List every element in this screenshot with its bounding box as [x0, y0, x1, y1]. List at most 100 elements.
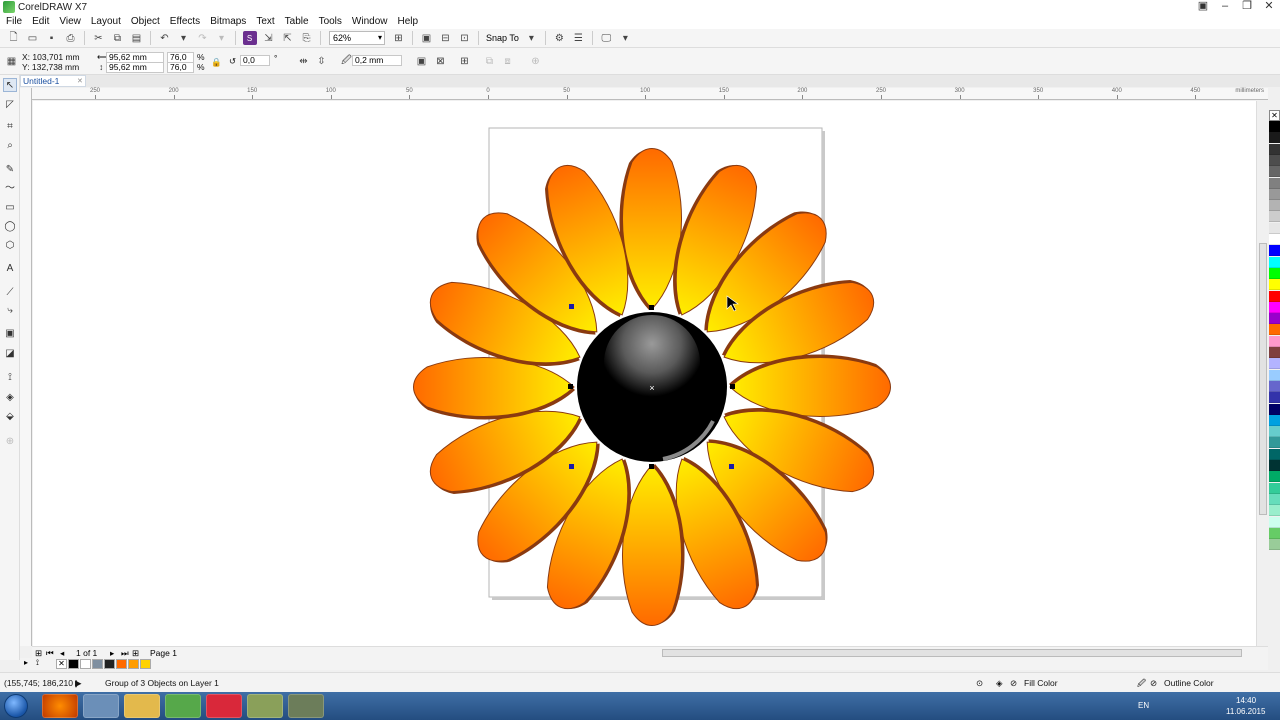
- import-icon[interactable]: ⇲: [262, 31, 276, 45]
- swatch-black[interactable]: [68, 659, 79, 669]
- search-content-icon[interactable]: S: [242, 31, 257, 45]
- polygon-tool-icon[interactable]: ⬡: [3, 239, 17, 253]
- no-color-swatch[interactable]: ✕: [56, 659, 67, 669]
- zoom-tool-icon[interactable]: ⌕: [3, 139, 17, 153]
- palette-swatch[interactable]: [1269, 222, 1280, 234]
- combine-icon[interactable]: ⧉: [483, 54, 497, 68]
- scale-y-field[interactable]: 76,0: [167, 62, 194, 73]
- palette-swatch[interactable]: [1269, 358, 1280, 370]
- cut-icon[interactable]: ✂: [92, 31, 106, 45]
- paste-icon[interactable]: ▤: [130, 31, 144, 45]
- swatch-orange[interactable]: [116, 659, 127, 669]
- rotation-angle-field[interactable]: 0,0: [240, 55, 270, 66]
- menu-effects[interactable]: Effects: [170, 16, 200, 27]
- mirror-vertical-icon[interactable]: ⇳: [315, 54, 329, 68]
- y-position[interactable]: Y: 132,738 mm: [22, 62, 79, 72]
- redo-dropdown-icon[interactable]: ▾: [215, 31, 229, 45]
- palette-swatch[interactable]: [1269, 290, 1280, 302]
- undo-icon[interactable]: ↶: [158, 31, 172, 45]
- snap-dropdown-arrow-icon[interactable]: ▾: [524, 31, 538, 45]
- vertical-scrollbar[interactable]: [1256, 101, 1268, 646]
- no-color-swatch[interactable]: ✕: [1269, 110, 1280, 121]
- palette-swatch[interactable]: [1269, 380, 1280, 392]
- palette-swatch[interactable]: [1269, 200, 1280, 212]
- coreldraw-taskbar-icon[interactable]: [165, 694, 201, 718]
- undo-dropdown-icon[interactable]: ▾: [177, 31, 191, 45]
- freehand-tool-icon[interactable]: ✎: [3, 163, 17, 177]
- swatch-yellow[interactable]: [140, 659, 151, 669]
- palette-swatch[interactable]: [1269, 448, 1280, 460]
- transparency-tool-icon[interactable]: ◪: [3, 347, 17, 361]
- eyedropper-tool-icon[interactable]: ⟟: [3, 371, 17, 385]
- add-tool-icon[interactable]: ⊕: [3, 435, 17, 449]
- full-screen-preview-icon[interactable]: ▣: [420, 31, 434, 45]
- crop-tool-icon[interactable]: ⌗: [3, 120, 17, 134]
- palette-swatch[interactable]: [1269, 267, 1280, 279]
- explorer-taskbar-icon[interactable]: [124, 694, 160, 718]
- ellipse-tool-icon[interactable]: ◯: [3, 220, 17, 234]
- menu-layout[interactable]: Layout: [91, 16, 121, 27]
- play-icon[interactable]: ▶: [75, 678, 82, 689]
- palette-swatch[interactable]: [1269, 392, 1280, 404]
- palette-swatch[interactable]: [1269, 154, 1280, 166]
- snap-to-dropdown[interactable]: Snap To: [486, 33, 519, 43]
- application-launcher-icon[interactable]: ☰: [571, 31, 585, 45]
- palette-swatch[interactable]: [1269, 143, 1280, 155]
- account-icon[interactable]: ▣: [1192, 0, 1214, 14]
- palette-swatch[interactable]: [1269, 539, 1280, 551]
- copy-icon[interactable]: ⧉: [111, 31, 125, 45]
- drawing-canvas[interactable]: ×: [33, 101, 1256, 646]
- palette-swatch[interactable]: [1269, 414, 1280, 426]
- restore-button[interactable]: ❐: [1236, 0, 1258, 14]
- minimize-button[interactable]: –: [1214, 0, 1236, 14]
- palette-swatch[interactable]: [1269, 188, 1280, 200]
- swatch-light-orange[interactable]: [128, 659, 139, 669]
- zoom-to-fit-icon[interactable]: ⊞: [392, 31, 406, 45]
- palette-swatch[interactable]: [1269, 279, 1280, 291]
- app-taskbar-icon[interactable]: [247, 694, 283, 718]
- menu-table[interactable]: Table: [285, 16, 309, 27]
- x-position[interactable]: X: 103,701 mm: [22, 52, 80, 62]
- firefox-taskbar-icon[interactable]: [42, 694, 78, 718]
- vertical-ruler[interactable]: [20, 88, 32, 646]
- options-icon[interactable]: ⚙: [552, 31, 566, 45]
- pick-tool-icon[interactable]: ↖: [3, 78, 17, 92]
- page-tab-page-1[interactable]: Page 1: [150, 648, 177, 658]
- ungroup-icon[interactable]: ⊠: [434, 54, 448, 68]
- palette-swatch[interactable]: [1269, 211, 1280, 223]
- palette-swatch[interactable]: [1269, 313, 1280, 325]
- palette-swatch[interactable]: [1269, 177, 1280, 189]
- no-outline-swatch[interactable]: ⊘: [1150, 678, 1157, 689]
- palette-swatch[interactable]: [1269, 324, 1280, 336]
- mirror-horizontal-icon[interactable]: ⇹: [297, 54, 311, 68]
- close-button[interactable]: ✕: [1258, 0, 1280, 14]
- start-button[interactable]: [4, 694, 28, 718]
- palette-swatch[interactable]: [1269, 505, 1280, 517]
- artistic-media-icon[interactable]: 〜: [3, 182, 17, 196]
- lock-ratio-icon[interactable]: 🔒: [211, 57, 222, 68]
- open-icon[interactable]: ▭: [26, 31, 40, 45]
- palette-swatch[interactable]: [1269, 347, 1280, 358]
- print-icon[interactable]: ⎙: [64, 31, 78, 45]
- show-grid-icon[interactable]: ⊡: [458, 31, 472, 45]
- ungroup-all-icon[interactable]: ⊞: [458, 54, 472, 68]
- palette-swatch[interactable]: [1269, 121, 1280, 132]
- menu-bitmaps[interactable]: Bitmaps: [210, 16, 246, 27]
- drop-shadow-tool-icon[interactable]: ▣: [3, 327, 17, 341]
- eyedropper-icon[interactable]: ⟟: [36, 658, 39, 668]
- palette-swatch[interactable]: [1269, 426, 1280, 438]
- monitor-icon[interactable]: 🖵: [599, 31, 613, 45]
- save-icon[interactable]: ▪: [45, 31, 59, 45]
- palette-swatch[interactable]: [1269, 471, 1280, 483]
- menu-file[interactable]: File: [6, 16, 22, 27]
- text-tool-icon[interactable]: A: [3, 262, 17, 276]
- color-proof-icon[interactable]: ⊙: [976, 678, 983, 689]
- menu-text[interactable]: Text: [256, 16, 274, 27]
- no-fill-swatch[interactable]: ⊘: [1010, 678, 1017, 689]
- rectangle-tool-icon[interactable]: ▭: [3, 201, 17, 215]
- palette-swatch[interactable]: [1269, 245, 1280, 257]
- zoom-level-dropdown[interactable]: 62%: [329, 31, 385, 45]
- smart-fill-icon[interactable]: ⬙: [3, 410, 17, 424]
- palette-swatch[interactable]: [1269, 437, 1280, 449]
- parallel-dimension-icon[interactable]: ⟋: [3, 286, 17, 300]
